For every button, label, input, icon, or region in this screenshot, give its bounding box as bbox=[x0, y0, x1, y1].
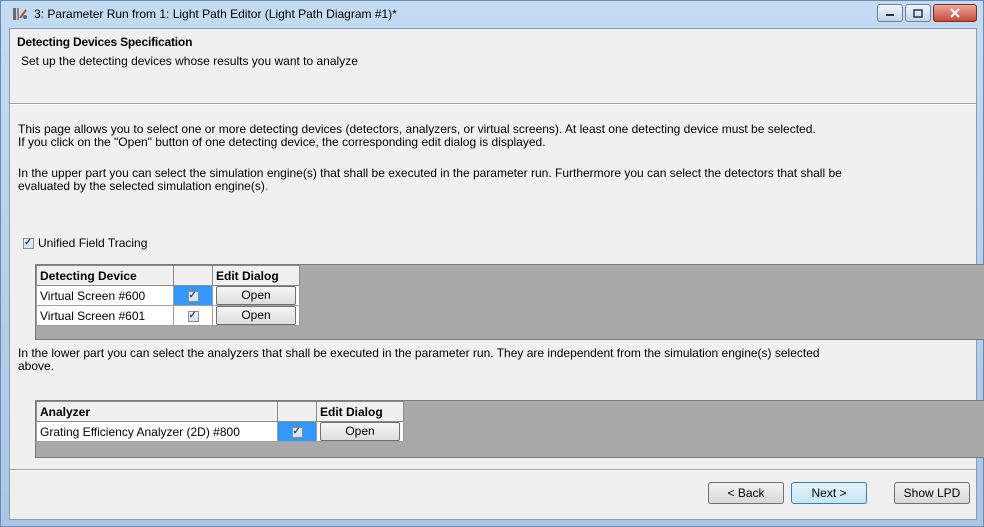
device-checkbox-cell[interactable]: ✓ bbox=[173, 305, 213, 326]
device-checkbox[interactable]: ✓ bbox=[187, 289, 199, 302]
analyzer-checkbox-cell[interactable]: ✓ bbox=[277, 421, 317, 442]
analyzer-name-cell: Grating Efficiency Analyzer (2D) #800 bbox=[36, 421, 278, 442]
detecting-devices-table: Detecting Device Edit Dialog Virtual Scr… bbox=[36, 265, 300, 326]
device-name-cell: Virtual Screen #601 bbox=[36, 305, 174, 326]
checkmark-icon: ✓ bbox=[24, 236, 33, 248]
wizard-page: Detecting Devices Specification Set up t… bbox=[9, 28, 984, 520]
table-row[interactable]: Grating Efficiency Analyzer (2D) #800 ✓ … bbox=[36, 421, 404, 442]
close-icon bbox=[950, 8, 960, 18]
description-text: In the lower part you can select the ana… bbox=[18, 346, 820, 360]
edit-dialog-cell: Open bbox=[212, 285, 300, 306]
maximize-button[interactable] bbox=[905, 4, 931, 22]
edit-dialog-cell: Open bbox=[316, 421, 404, 442]
show-lpd-button[interactable]: Show LPD bbox=[894, 482, 970, 504]
minimize-button[interactable] bbox=[877, 4, 903, 22]
header-divider bbox=[10, 103, 976, 105]
unified-field-tracing-label: Unified Field Tracing bbox=[38, 236, 148, 250]
device-checkbox-cell[interactable]: ✓ bbox=[173, 285, 213, 306]
page-subtitle: Set up the detecting devices whose resul… bbox=[21, 54, 358, 68]
open-button[interactable]: Open bbox=[216, 306, 296, 325]
unified-field-tracing-checkbox[interactable]: ✓ bbox=[23, 236, 34, 249]
edit-dialog-cell: Open bbox=[212, 305, 300, 326]
column-header-analyzer: Analyzer bbox=[36, 401, 278, 422]
page-header: Detecting Devices Specification Set up t… bbox=[10, 29, 976, 103]
back-button[interactable]: < Back bbox=[708, 482, 784, 504]
column-header-check bbox=[277, 401, 317, 422]
analyzers-grid[interactable]: Analyzer Edit Dialog Grating Efficiency … bbox=[35, 400, 984, 458]
table-header-row: Analyzer Edit Dialog bbox=[36, 401, 404, 422]
app-icon bbox=[13, 8, 27, 20]
device-name-cell: Virtual Screen #600 bbox=[36, 285, 174, 306]
open-button[interactable]: Open bbox=[216, 286, 296, 305]
description-paragraph-3: In the lower part you can select the ana… bbox=[18, 347, 968, 373]
title-bar[interactable]: 3: Parameter Run from 1: Light Path Edit… bbox=[1, 1, 983, 27]
maximize-icon bbox=[913, 8, 923, 18]
description-text: evaluated by the selected simulation eng… bbox=[18, 179, 269, 193]
checkmark-icon: ✓ bbox=[188, 289, 197, 301]
open-button[interactable]: Open bbox=[320, 422, 400, 441]
column-header-check bbox=[173, 265, 213, 286]
analyzers-table: Analyzer Edit Dialog Grating Efficiency … bbox=[36, 401, 404, 442]
minimize-icon bbox=[886, 14, 894, 16]
column-header-edit-dialog: Edit Dialog bbox=[316, 401, 404, 422]
footer-divider bbox=[10, 469, 976, 471]
description-paragraph-1: This page allows you to select one or mo… bbox=[18, 123, 968, 149]
table-row[interactable]: Virtual Screen #600 ✓ Open bbox=[36, 285, 300, 306]
table-header-row: Detecting Device Edit Dialog bbox=[36, 265, 300, 286]
window: 3: Parameter Run from 1: Light Path Edit… bbox=[0, 0, 984, 527]
column-header-detecting-device: Detecting Device bbox=[36, 265, 174, 286]
column-header-edit-dialog: Edit Dialog bbox=[212, 265, 300, 286]
device-checkbox[interactable]: ✓ bbox=[187, 309, 199, 322]
page-title: Detecting Devices Specification bbox=[17, 35, 193, 49]
description-text: above. bbox=[18, 359, 55, 373]
window-title: 3: Parameter Run from 1: Light Path Edit… bbox=[34, 7, 397, 21]
checkmark-icon: ✓ bbox=[188, 309, 197, 321]
description-paragraph-2: In the upper part you can select the sim… bbox=[18, 167, 968, 193]
next-button[interactable]: Next > bbox=[791, 482, 867, 504]
description-text: If you click on the "Open" button of one… bbox=[18, 135, 546, 149]
detecting-devices-grid[interactable]: Detecting Device Edit Dialog Virtual Scr… bbox=[35, 264, 984, 340]
unified-field-tracing-option[interactable]: ✓ Unified Field Tracing bbox=[23, 236, 147, 250]
close-button[interactable] bbox=[933, 4, 977, 22]
analyzer-checkbox[interactable]: ✓ bbox=[291, 425, 303, 438]
checkmark-icon: ✓ bbox=[292, 425, 301, 437]
table-row[interactable]: Virtual Screen #601 ✓ Open bbox=[36, 305, 300, 326]
